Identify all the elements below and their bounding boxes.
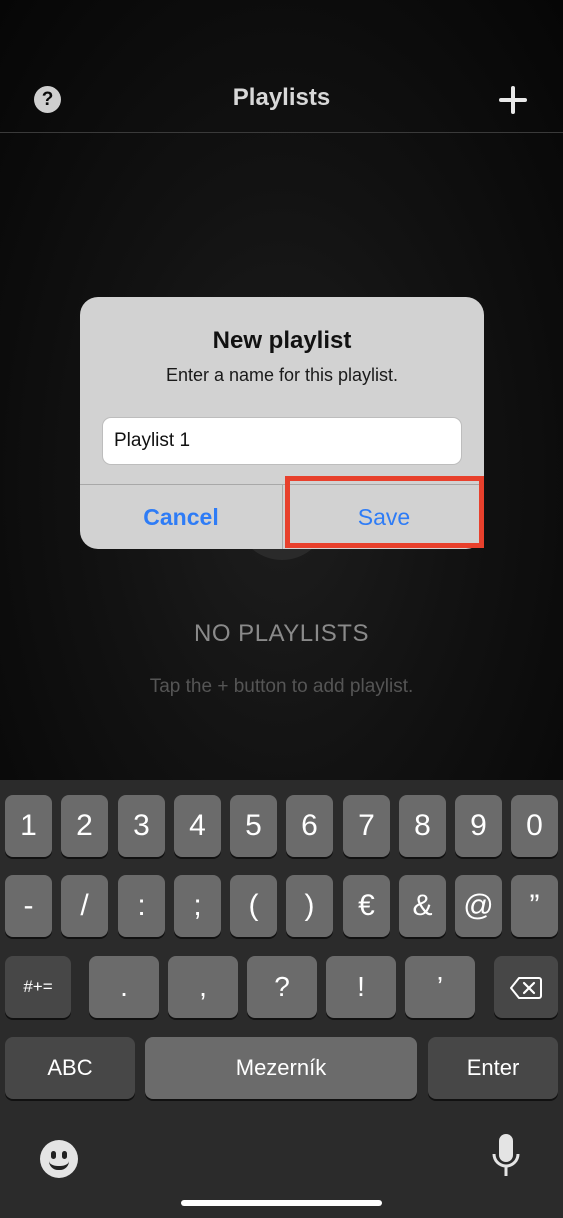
key-7[interactable]: 7 [343,795,390,857]
key-semicolon[interactable]: ; [174,875,221,937]
key-apostrophe[interactable]: ’ [405,956,475,1018]
key-1[interactable]: 1 [5,795,52,857]
key-euro[interactable]: € [343,875,390,937]
page-title: Playlists [232,84,331,111]
dialog-title: New playlist [212,327,352,354]
key-ampersand[interactable]: & [399,875,446,937]
save-highlight-box [285,476,484,548]
key-space[interactable]: Mezerník [145,1037,417,1099]
key-slash[interactable]: / [61,875,108,937]
playlist-name-input[interactable]: Playlist 1 [102,417,462,465]
key-exclamation[interactable]: ! [326,956,396,1018]
cancel-button[interactable]: Cancel [80,485,282,549]
key-0[interactable]: 0 [511,795,558,857]
dialog-message: Enter a name for this playlist. [165,365,399,385]
key-2[interactable]: 2 [61,795,108,857]
empty-state-subtitle: Tap the + button to add playlist. [149,676,414,697]
key-4[interactable]: 4 [174,795,221,857]
empty-state-title: NO PLAYLISTS [194,620,369,647]
key-3[interactable]: 3 [118,795,165,857]
backspace-icon [510,977,542,999]
key-hyphen[interactable]: - [5,875,52,937]
microphone-icon[interactable] [490,1132,522,1180]
key-abc[interactable]: ABC [5,1037,135,1099]
key-8[interactable]: 8 [399,795,446,857]
emoji-icon[interactable] [40,1140,78,1178]
key-at[interactable]: @ [455,875,502,937]
key-open-paren[interactable]: ( [230,875,277,937]
key-enter[interactable]: Enter [428,1037,558,1099]
key-9[interactable]: 9 [455,795,502,857]
nav-bar: ? Playlists [0,66,563,133]
home-indicator [181,1200,382,1206]
key-period[interactable]: . [89,956,159,1018]
key-quote[interactable]: ” [511,875,558,937]
keyboard: 1 2 3 4 5 6 7 8 9 0 - / : ; ( ) € & @ ” … [0,780,563,1218]
key-question[interactable]: ? [247,956,317,1018]
key-close-paren[interactable]: ) [286,875,333,937]
add-playlist-plus-icon[interactable] [499,84,531,116]
key-comma[interactable]: , [168,956,238,1018]
emoji-mouth [49,1161,69,1170]
key-colon[interactable]: : [118,875,165,937]
key-5[interactable]: 5 [230,795,277,857]
key-backspace[interactable] [494,956,558,1018]
key-6[interactable]: 6 [286,795,333,857]
key-more-symbols[interactable]: #+= [5,956,71,1018]
